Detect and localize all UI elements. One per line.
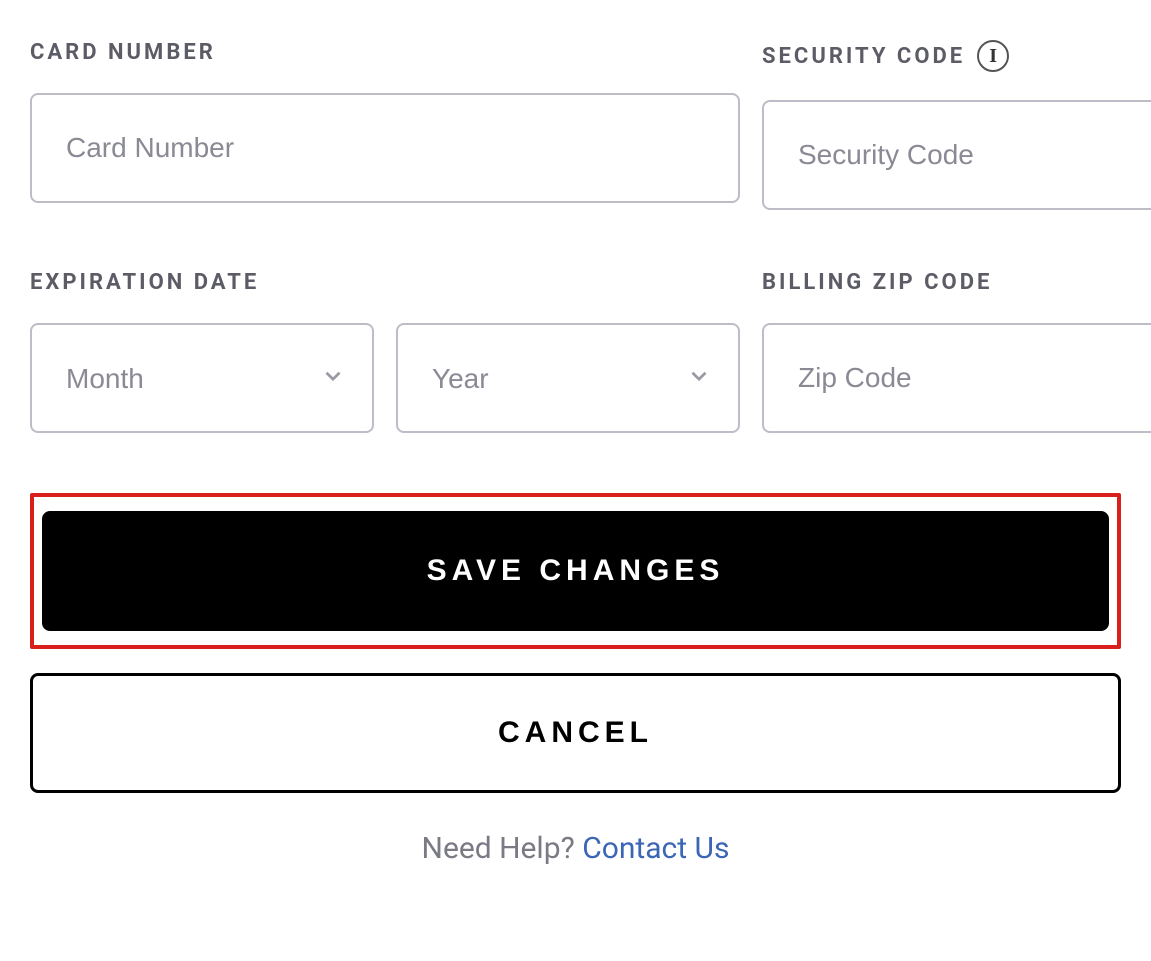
expiration-selects: Month Year — [30, 323, 740, 433]
security-code-group: SECURITY CODE i — [762, 40, 1151, 210]
help-row: Need Help? Contact Us — [30, 831, 1121, 866]
security-code-label-text: SECURITY CODE — [762, 44, 965, 69]
month-select-wrap: Month — [30, 323, 374, 433]
save-changes-button[interactable]: SAVE CHANGES — [42, 511, 1109, 631]
month-select[interactable]: Month — [30, 323, 374, 433]
security-code-input[interactable] — [762, 100, 1151, 210]
year-select[interactable]: Year — [396, 323, 740, 433]
card-row: CARD NUMBER SECURITY CODE i — [30, 40, 1121, 210]
card-number-input[interactable] — [30, 93, 740, 203]
info-icon[interactable]: i — [977, 40, 1009, 72]
security-code-label: SECURITY CODE i — [762, 40, 1151, 72]
zip-input[interactable] — [762, 323, 1151, 433]
zip-group: BILLING ZIP CODE — [762, 270, 1151, 433]
cancel-button[interactable]: CANCEL — [30, 673, 1121, 793]
contact-us-link[interactable]: Contact Us — [582, 831, 729, 866]
expiration-label: EXPIRATION DATE — [30, 270, 740, 295]
save-highlight-box: SAVE CHANGES — [30, 493, 1121, 649]
zip-label: BILLING ZIP CODE — [762, 270, 1151, 295]
expiration-group: EXPIRATION DATE Month Year — [30, 270, 740, 433]
year-select-wrap: Year — [396, 323, 740, 433]
card-number-label: CARD NUMBER — [30, 40, 740, 65]
expiration-row: EXPIRATION DATE Month Year BILLING ZIP — [30, 270, 1121, 433]
help-prefix: Need Help? — [422, 831, 583, 866]
card-number-group: CARD NUMBER — [30, 40, 740, 210]
